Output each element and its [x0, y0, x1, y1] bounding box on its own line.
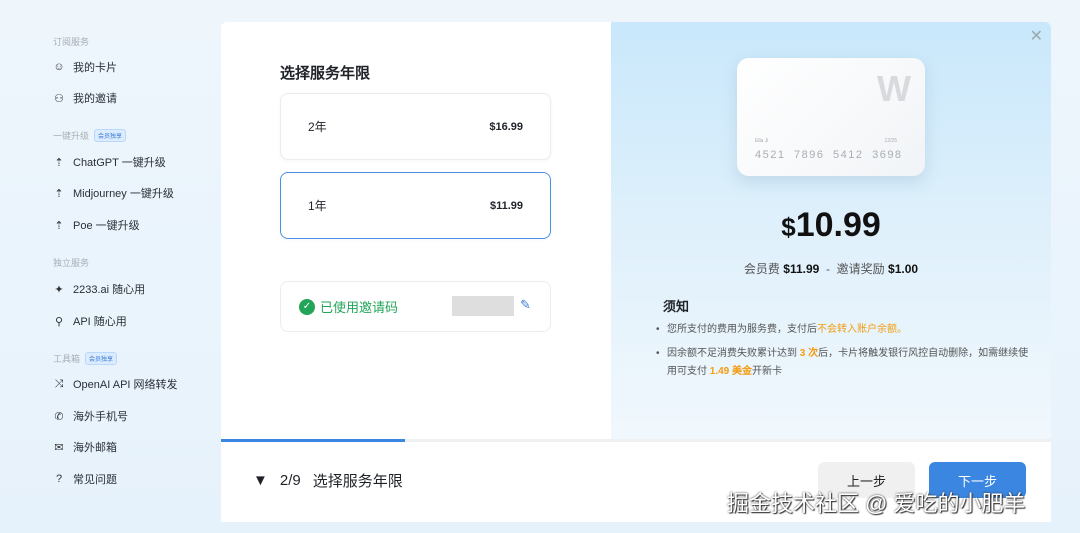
sidebar-item-faq[interactable]: ? 常见问题 — [53, 470, 117, 488]
mail-icon: ✉ — [54, 441, 64, 454]
sidebar-item-midjourney[interactable]: ⇡ Midjourney 一键升级 — [53, 184, 174, 202]
card-preview: W Ella Ji 12/25 4521 7896 5412 3698 — [737, 58, 925, 176]
separator: - — [826, 262, 830, 276]
help-icon: ? — [55, 473, 63, 485]
invite-status: 已使用邀请码 — [320, 300, 399, 315]
reward-label: 邀请奖励 — [836, 262, 885, 276]
text: 因余额不足消费失败累计达到 — [667, 348, 800, 359]
option-2-years[interactable]: 2年 $16.99 — [280, 93, 551, 160]
option-price: $16.99 — [489, 120, 523, 133]
check-circle-icon: ✓ — [299, 298, 315, 315]
sidebar-item-mail[interactable]: ✉ 海外邮箱 — [53, 438, 117, 456]
text: 开新卡 — [752, 366, 783, 377]
left-panel: 选择服务年限 2年 $16.99 1年 $11.99 ✓ 已使用邀请码 ✎ — [221, 22, 611, 440]
sidebar-item-label: Poe 一键升级 — [73, 220, 140, 232]
users-icon: ⚇ — [54, 92, 64, 105]
notice-item: 因余额不足消费失败累计达到 3 次后，卡片将触发银行风控自动删除，如需继续使用可… — [653, 345, 1033, 381]
sparkle-icon: ✦ — [54, 283, 64, 296]
card-expiry: 12/25 — [884, 138, 897, 144]
right-panel: ✕ W Ella Ji 12/25 4521 7896 5412 3698 $1… — [611, 22, 1051, 440]
highlight: 1.49 美金 — [709, 366, 753, 377]
shuffle-icon: ⤨ — [54, 377, 64, 390]
step-indicator[interactable]: ▼ 2/9 选择服务年限 — [253, 470, 403, 491]
section-toolbox: 工具箱 会员独享 — [53, 351, 118, 365]
card-logo: W — [877, 68, 911, 109]
members-badge: 会员独享 — [85, 351, 118, 365]
reward-value: $1.00 — [888, 262, 919, 276]
notice-item: 您所支付的费用为服务费，支付后不会转入账户余额。 — [653, 321, 1033, 339]
sidebar-item-phone[interactable]: ✆ 海外手机号 — [53, 407, 128, 425]
sidebar-item-2233ai[interactable]: ✦ 2233.ai 随心用 — [53, 280, 145, 298]
section-label: 订阅服务 — [53, 36, 90, 47]
highlight: 3 次 — [799, 348, 819, 359]
sidebar-item-label: 海外手机号 — [73, 411, 128, 423]
sidebar-item-label: 我的卡片 — [73, 62, 117, 74]
notice-list: 您所支付的费用为服务费，支付后不会转入账户余额。 因余额不足消费失败累计达到 3… — [653, 321, 1033, 387]
price-breakdown: 会员费 $11.99 - 邀请奖励 $1.00 — [611, 260, 1051, 277]
sidebar-item-poe[interactable]: ⇡ Poe 一键升级 — [53, 216, 140, 234]
section-label: 独立服务 — [53, 257, 90, 268]
sidebar-item-my-invites[interactable]: ⚇ 我的邀请 — [53, 89, 117, 107]
text: 您所支付的费用为服务费，支付后 — [667, 324, 817, 335]
cloud-upload-icon: ⇡ — [54, 219, 64, 232]
section-upgrade: 一键升级 会员独享 — [53, 128, 127, 142]
service-duration-modal: 选择服务年限 2年 $16.99 1年 $11.99 ✓ 已使用邀请码 ✎ ✕ W … — [221, 22, 1051, 522]
invite-code-redacted — [452, 296, 514, 316]
card-number: 4521 7896 5412 3698 — [755, 149, 903, 161]
sidebar-item-label: OpenAI API 网络转发 — [73, 379, 178, 391]
members-badge: 会员独享 — [94, 128, 127, 142]
sidebar-item-my-cards[interactable]: ☺ 我的卡片 — [53, 58, 117, 76]
option-price: $11.99 — [489, 199, 523, 212]
highlight: 不会转入账户余额。 — [817, 324, 907, 335]
sidebar-item-label: 我的邀请 — [73, 93, 117, 105]
sidebar-item-label: ChatGPT 一键升级 — [73, 157, 166, 169]
sidebar-item-label: Midjourney 一键升级 — [73, 188, 174, 200]
cloud-upload-icon: ⇡ — [54, 187, 64, 200]
close-icon[interactable]: ✕ — [1030, 26, 1043, 46]
sidebar-item-label: 海外邮箱 — [73, 442, 117, 454]
watermark: 掘金技术社区 @ 爱吃的小肥羊 — [727, 491, 1026, 516]
notice-title: 须知 — [663, 299, 690, 314]
section-label: 一键升级 — [53, 130, 90, 141]
modal-title: 选择服务年限 — [280, 65, 371, 82]
card-holder: Ella Ji — [755, 138, 769, 144]
sidebar-item-api[interactable]: ⚲ API 随心用 — [53, 312, 127, 330]
sidebar-item-openai-proxy[interactable]: ⤨ OpenAI API 网络转发 — [53, 375, 178, 393]
sidebar-item-label: API 随心用 — [73, 316, 127, 328]
section-standalone: 独立服务 — [53, 255, 89, 269]
option-1-year[interactable]: 1年 $11.99 — [280, 172, 551, 239]
caret-down-icon: ▼ — [253, 472, 268, 489]
step-label: 选择服务年限 — [312, 473, 403, 490]
sidebar: 订阅服务 ☺ 我的卡片 ⚇ 我的邀请 一键升级 会员独享 ⇡ ChatGPT 一键升级 … — [0, 0, 221, 533]
section-subscription: 订阅服务 — [53, 34, 89, 48]
amount: 10.99 — [795, 206, 881, 244]
link-icon: ⚲ — [54, 315, 64, 328]
phone-icon: ✆ — [54, 410, 64, 423]
card-hand-icon: ☺ — [53, 61, 65, 73]
sidebar-item-chatgpt[interactable]: ⇡ ChatGPT 一键升级 — [53, 153, 166, 171]
fee-value: $11.99 — [783, 262, 820, 276]
option-label: 1年 — [308, 199, 327, 213]
total-price: $10.99 — [611, 206, 1051, 245]
option-label: 2年 — [308, 120, 327, 134]
currency: $ — [781, 212, 796, 242]
sidebar-item-label: 常见问题 — [73, 474, 117, 486]
fee-label: 会员费 — [743, 262, 780, 276]
section-label: 工具箱 — [53, 353, 81, 364]
invite-code-box: ✓ 已使用邀请码 ✎ — [280, 281, 551, 332]
step-count: 2/9 — [279, 472, 301, 489]
sidebar-item-label: 2233.ai 随心用 — [73, 284, 146, 296]
edit-icon[interactable]: ✎ — [520, 297, 531, 313]
cloud-upload-icon: ⇡ — [54, 156, 64, 169]
